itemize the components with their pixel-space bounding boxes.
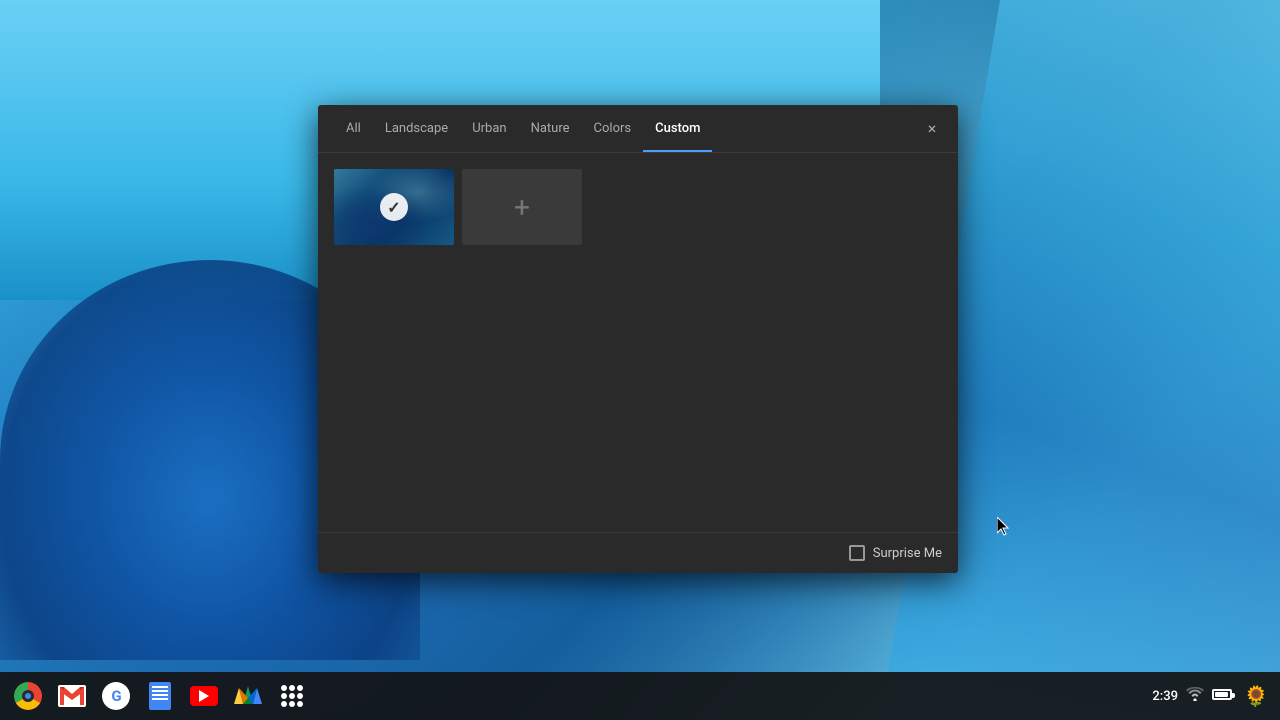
- wifi-icon: [1186, 687, 1204, 705]
- surprise-me-control[interactable]: Surprise Me: [849, 545, 942, 561]
- dialog-footer: Surprise Me: [318, 532, 958, 573]
- taskbar-app-wallpaper[interactable]: 🌻: [1240, 680, 1272, 712]
- docs-icon: [149, 682, 171, 710]
- taskbar-app-drawer[interactable]: [272, 676, 312, 716]
- google-icon: G: [102, 682, 130, 710]
- taskbar: G: [0, 672, 1280, 720]
- sunflower-icon: 🌻: [1244, 684, 1269, 708]
- taskbar-app-chrome[interactable]: [8, 676, 48, 716]
- taskbar-app-google[interactable]: G: [96, 676, 136, 716]
- dialog-content: ✓ +: [318, 153, 958, 532]
- taskbar-app-gmail[interactable]: [52, 676, 92, 716]
- tab-nature[interactable]: Nature: [519, 105, 582, 152]
- surprise-me-label: Surprise Me: [873, 546, 942, 561]
- wallpaper-dialog: All Landscape Urban Nature Colors Custom…: [318, 105, 958, 573]
- surprise-me-checkbox[interactable]: [849, 545, 865, 561]
- dialog-tabs: All Landscape Urban Nature Colors Custom…: [318, 105, 958, 153]
- tab-landscape[interactable]: Landscape: [373, 105, 460, 152]
- taskbar-app-docs[interactable]: [140, 676, 180, 716]
- tab-colors[interactable]: Colors: [582, 105, 644, 152]
- app-drawer-icon: [281, 685, 303, 707]
- chrome-icon: [14, 682, 42, 710]
- youtube-icon: [190, 686, 218, 706]
- tab-custom[interactable]: Custom: [643, 105, 712, 152]
- taskbar-apps: G: [8, 676, 1152, 716]
- wallpaper-thumb-current[interactable]: ✓: [334, 169, 454, 245]
- wallpaper-grid: ✓ +: [334, 169, 942, 245]
- taskbar-status: 2:39 🌻: [1152, 680, 1272, 712]
- wallpaper-thumb-add[interactable]: +: [462, 169, 582, 245]
- gmail-icon: [58, 685, 86, 707]
- taskbar-app-drive[interactable]: [228, 676, 268, 716]
- taskbar-app-youtube[interactable]: [184, 676, 224, 716]
- close-button[interactable]: ×: [918, 115, 946, 143]
- tab-urban[interactable]: Urban: [460, 105, 518, 152]
- checkmark-icon: ✓: [380, 193, 408, 221]
- drive-icon: [234, 684, 262, 708]
- tab-all[interactable]: All: [334, 105, 373, 152]
- battery-icon: [1212, 689, 1232, 704]
- selected-overlay: ✓: [334, 169, 454, 245]
- taskbar-time: 2:39: [1152, 689, 1178, 704]
